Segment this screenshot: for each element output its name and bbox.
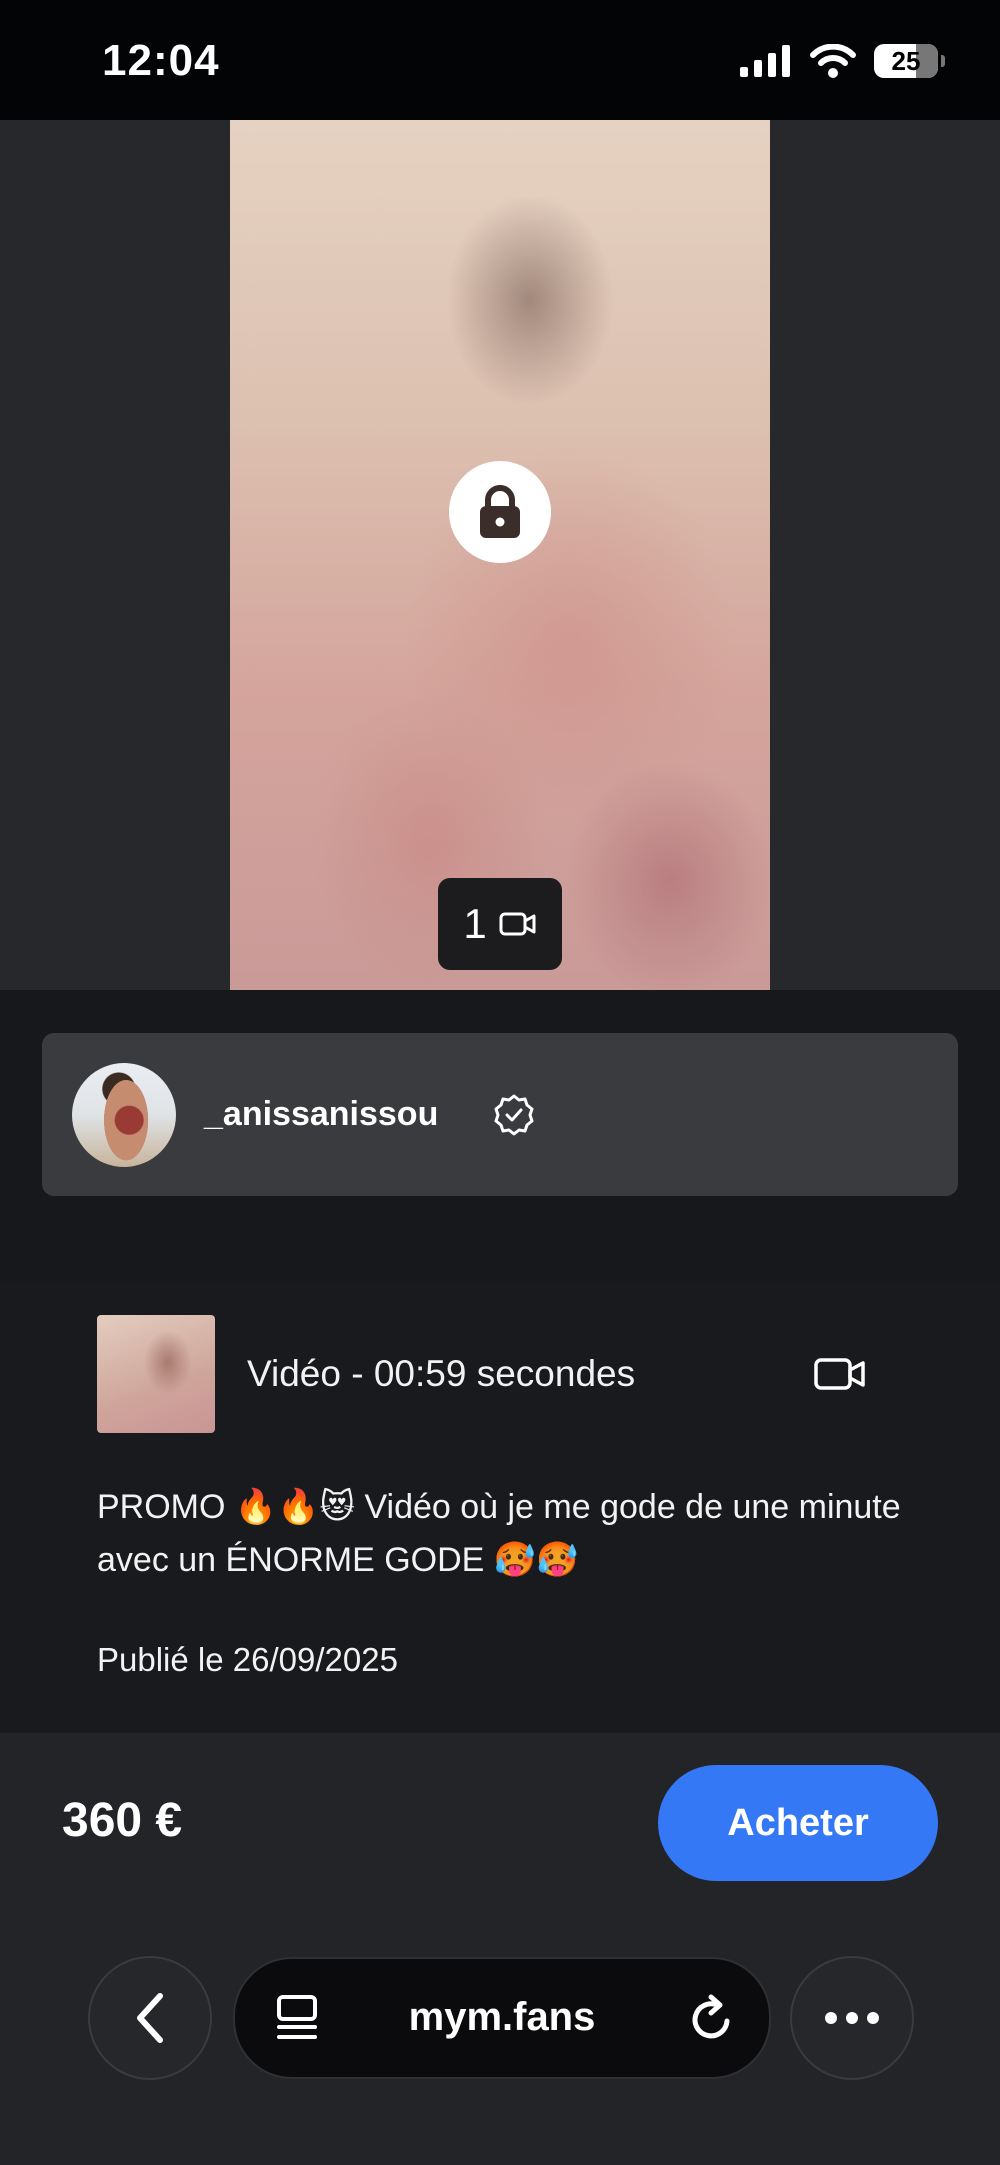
battery-level: 25 (891, 45, 921, 76)
video-thumbnail[interactable] (97, 1315, 215, 1433)
more-button[interactable] (790, 1956, 914, 2080)
verified-badge-icon (494, 1094, 534, 1136)
video-camera-icon (499, 912, 536, 936)
price: 360 € (62, 1794, 183, 1847)
wifi-icon (810, 44, 856, 78)
lock-icon (480, 485, 520, 538)
status-icons: 25 (740, 44, 945, 78)
buy-button[interactable]: Acheter (658, 1765, 938, 1881)
unlock-button[interactable] (449, 461, 551, 563)
status-bar: 12:04 25 (0, 0, 1000, 120)
locked-media-preview[interactable]: 1 (230, 120, 770, 990)
video-duration: Vidéo - 00:59 secondes (247, 1353, 636, 1394)
chevron-left-icon (137, 1993, 163, 2043)
publish-date: Publié le 26/09/2025 (97, 1641, 398, 1678)
reload-icon[interactable] (687, 1991, 737, 2045)
more-icon (825, 2012, 879, 2024)
avatar[interactable] (72, 1063, 176, 1167)
clock: 12:04 (102, 36, 220, 85)
video-camera-icon (814, 1358, 865, 1390)
media-count: 1 (463, 900, 487, 947)
post-description: PROMO 🔥🔥😻 Vidéo où je me gode de une min… (97, 1488, 901, 1579)
media-viewer: 1 (0, 120, 1000, 990)
creator-card[interactable]: _anissanissou (42, 1033, 958, 1196)
post-details: Vidéo - 00:59 secondes PROMO 🔥🔥😻 Vidéo o… (0, 1283, 1000, 1733)
back-button[interactable] (88, 1956, 212, 2080)
media-count-badge: 1 (438, 878, 562, 970)
creator-username[interactable]: _anissanissou (204, 1095, 438, 1134)
battery-icon: 25 (874, 44, 945, 78)
address-bar[interactable]: mym.fans (233, 1957, 771, 2079)
purchase-bar: 360 € Acheter mym.fans (0, 1733, 1000, 2165)
cellular-signal-icon (740, 45, 790, 77)
